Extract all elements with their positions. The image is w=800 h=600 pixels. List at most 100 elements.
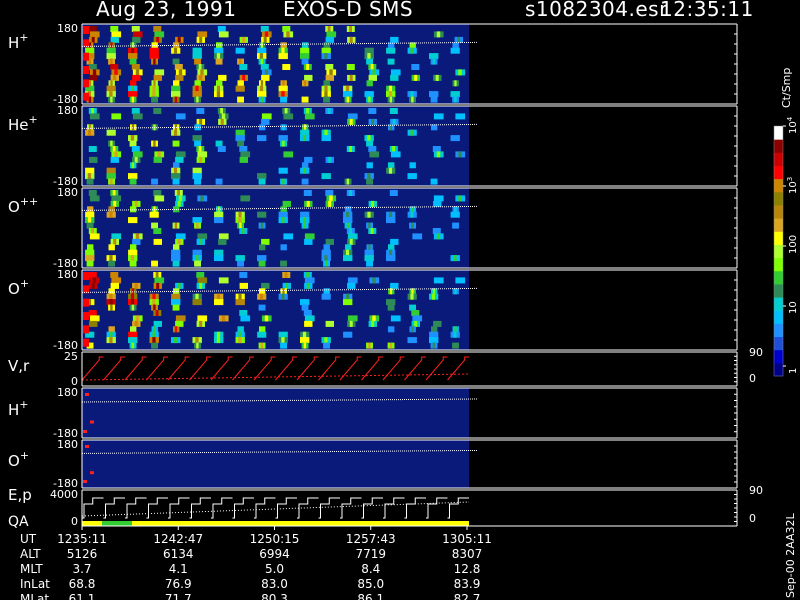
panel-0-count-cell — [301, 96, 309, 103]
panel-1-count-cell — [129, 140, 137, 147]
panel-3-peak-cell — [156, 282, 160, 289]
ep-staircase — [168, 497, 190, 519]
panel-0-count-cell — [257, 91, 267, 98]
panel-0-count-cell — [368, 74, 377, 81]
panel-3-peak-cell — [199, 320, 203, 327]
panel-2-count-cell — [130, 206, 137, 213]
panel-0-peak-cell — [370, 64, 374, 70]
panel-1-peak-cell — [88, 124, 92, 131]
colorbar-swatch — [774, 257, 783, 272]
panel-0-peak-cell — [303, 80, 307, 87]
panel-3-peak-cell — [110, 304, 113, 311]
panel-1-count-cell — [407, 173, 417, 180]
panel-3-peak-cell — [238, 337, 242, 344]
panel-1-count-cell — [283, 151, 294, 158]
panel-1-peak-cell — [367, 135, 371, 142]
panel-1-count-cell — [106, 173, 116, 180]
panel-1-count-cell — [237, 140, 244, 147]
panel-0-count-cell — [235, 47, 245, 54]
panel-0-peak-cell — [114, 69, 118, 76]
panel-2-count-cell — [321, 249, 331, 256]
panel-2-peak-cell — [306, 200, 310, 207]
panel-6-peak-cell — [83, 480, 87, 483]
panel-3-peak-cell — [131, 288, 135, 295]
panel-3-count-cell — [258, 304, 266, 311]
panel-0-peak-cell — [349, 74, 353, 81]
panel-0-peak-cell — [242, 36, 246, 43]
panel-0-peak-cell — [83, 66, 89, 74]
panel-3-count-cell — [347, 277, 358, 284]
panel-0-peak-cell — [457, 36, 461, 43]
qa-bar-segment — [102, 521, 132, 526]
panel-3-count-cell — [301, 304, 309, 311]
panel-3-count-cell — [412, 315, 423, 322]
ep-staircase — [404, 497, 426, 519]
panel-2-count-cell — [108, 244, 115, 251]
ephemeris-cell: 1257:43 — [345, 532, 396, 546]
panel-2-peak-cell — [91, 228, 94, 234]
panel-3-peak-cell — [216, 293, 221, 300]
panel-1-count-cell — [173, 162, 180, 169]
panel-2-count-cell — [86, 260, 94, 267]
panel-1-count-cell — [257, 173, 267, 180]
panel-3-count-cell — [111, 277, 122, 284]
panel-1-count-cell — [321, 173, 331, 180]
panel-5-background — [82, 388, 469, 438]
panel-3-count-cell — [110, 282, 119, 289]
panel-0-peak-cell — [196, 96, 199, 103]
panel-0-peak-cell — [368, 96, 371, 103]
panel-7-tick-label-bottom: 0 — [71, 515, 78, 528]
panel-1-count-cell — [259, 124, 266, 131]
panel-2-count-cell — [280, 206, 287, 213]
panel-0-count-cell — [278, 53, 288, 60]
ephemeris-cell: 6994 — [259, 547, 290, 561]
panel-0-count-cell — [128, 91, 138, 98]
panel-0-count-cell — [174, 64, 183, 70]
panel-2-count-cell — [151, 260, 158, 267]
panel-1-peak-cell — [367, 173, 371, 180]
ephemeris-cell: 1242:47 — [153, 532, 204, 546]
panel-2-count-cell — [218, 233, 229, 240]
panel-2-count-cell — [108, 206, 115, 213]
panel-2-count-cell — [261, 238, 270, 245]
ephemeris-cell: 4.1 — [168, 562, 188, 576]
panel-2-count-cell — [304, 233, 315, 240]
panel-2-peak-cell — [109, 211, 113, 218]
panel-0-count-cell — [171, 85, 181, 92]
panel-0-peak-cell — [83, 92, 89, 101]
panel-2-count-cell — [171, 249, 181, 256]
panel-2-count-cell — [325, 238, 334, 245]
panel-3-peak-cell — [282, 288, 285, 295]
panel-3-peak-cell — [155, 310, 159, 316]
panel-0-peak-cell — [216, 85, 221, 92]
panel-0-peak-cell — [388, 91, 393, 98]
panel-1-count-cell — [450, 135, 460, 142]
panel-1-count-cell — [172, 178, 180, 185]
plot-date: Aug 23, 1991 — [96, 0, 237, 21]
panel-3-peak-cell — [134, 320, 138, 327]
panel-0-peak-cell — [306, 64, 309, 70]
panel-2-peak-cell — [346, 222, 350, 229]
panel-0-count-cell — [237, 96, 244, 103]
panel-2-peak-cell — [199, 238, 203, 245]
panel-0-count-cell — [386, 47, 396, 54]
panel-1-count-cell — [302, 162, 309, 169]
panel-2-peak-cell — [453, 255, 457, 262]
colorbar-swatch — [774, 297, 783, 311]
panel-1-peak-cell — [327, 108, 331, 114]
panel-3-count-cell — [280, 342, 287, 349]
panel-0-peak-cell — [110, 58, 113, 65]
ephemeris-row-label: InLat — [20, 577, 50, 591]
panel-3-count-cell — [196, 272, 205, 278]
panel-3-count-cell — [387, 304, 395, 311]
ep-staircase — [383, 497, 405, 519]
panel-3-label: O+ — [8, 277, 29, 298]
panel-0-count-cell — [364, 47, 374, 54]
panel-2-count-cell — [280, 244, 287, 251]
panel-3-count-cell — [175, 315, 186, 322]
panel-0-count-cell — [323, 42, 330, 49]
panel-1-count-cell — [88, 146, 97, 152]
panel-2-count-cell — [390, 238, 399, 245]
panel-2-peak-cell — [388, 249, 393, 256]
panel-0-count-cell — [366, 80, 373, 87]
